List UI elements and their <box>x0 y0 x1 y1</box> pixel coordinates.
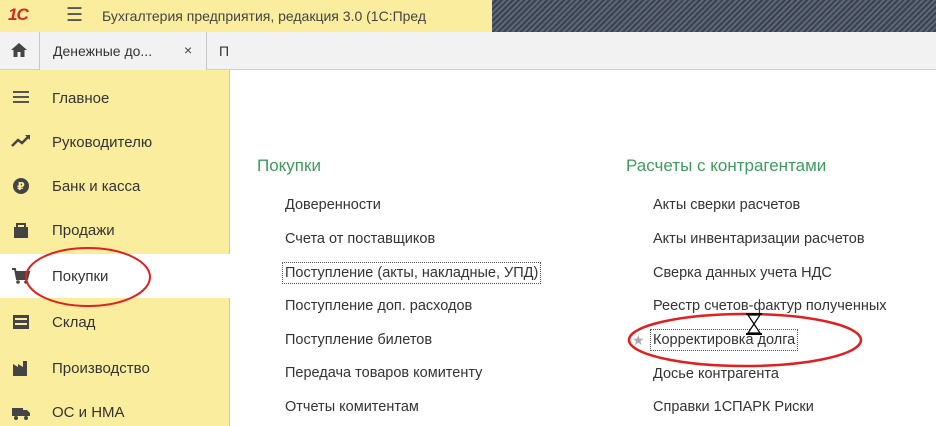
main-menu-icon[interactable]: ☰ <box>66 6 83 25</box>
bag-icon <box>11 221 31 239</box>
sidebar-item-production[interactable]: Производство <box>0 346 230 390</box>
sidebar-item-purchases[interactable]: Покупки <box>0 254 230 298</box>
sidebar-item-main[interactable]: Главное <box>0 76 230 120</box>
link-inventory-acts[interactable]: Акты инвентаризации расчетов <box>653 231 865 247</box>
tab-bar: Денежные до... × П <box>0 32 936 70</box>
tab-label: Денежные до... <box>53 43 153 59</box>
sidebar-item-fixed-assets[interactable]: ОС и НМА <box>0 390 230 426</box>
coin-icon: ₽ <box>11 177 31 195</box>
sidebar-item-warehouse[interactable]: Склад <box>0 300 230 344</box>
link-invoice-registry[interactable]: Реестр счетов-фактур полученных <box>653 298 887 314</box>
tab-label: П <box>219 43 230 59</box>
warehouse-icon <box>11 313 31 331</box>
app-logo: 1С <box>8 5 29 24</box>
sidebar-item-label: Руководителю <box>52 134 153 151</box>
title-bar-obscured-area <box>492 0 936 32</box>
sidebar-item-bank[interactable]: ₽ Банк и касса <box>0 164 230 208</box>
close-icon[interactable]: × <box>184 42 192 58</box>
section-title-settlements: Расчеты с контрагентами <box>626 156 827 175</box>
tab-money-documents[interactable]: Денежные до... × <box>40 32 207 70</box>
link-spark-reports[interactable]: Справки 1СПАРК Риски <box>653 399 814 415</box>
link-ticket-receipts[interactable]: Поступление билетов <box>285 332 432 348</box>
link-consignor-reports[interactable]: Отчеты комитентам <box>285 399 419 415</box>
link-counterparty-dossier[interactable]: Досье контрагента <box>653 366 779 382</box>
trend-icon <box>11 133 31 151</box>
link-additional-expenses[interactable]: Поступление доп. расходов <box>285 298 472 314</box>
sidebar-item-label: Производство <box>52 360 150 377</box>
content-area: Покупки Доверенности Счета от поставщико… <box>232 70 936 426</box>
window-title: Бухгалтерия предприятия, редакция 3.0 (1… <box>102 8 427 24</box>
link-powers-of-attorney[interactable]: Доверенности <box>285 197 381 213</box>
truck-icon <box>11 403 31 421</box>
home-tab[interactable] <box>0 32 40 70</box>
sidebar: Главное Руководителю ₽ Банк и касса Прод… <box>0 70 230 426</box>
home-icon <box>10 41 28 64</box>
link-receipts[interactable]: Поступление (акты, накладные, УПД) <box>281 262 542 284</box>
svg-text:₽: ₽ <box>17 180 25 193</box>
star-icon[interactable]: ★ <box>632 332 645 349</box>
tab-partial[interactable]: П <box>207 32 235 70</box>
factory-icon <box>11 359 31 377</box>
sidebar-item-label: Банк и касса <box>52 178 141 195</box>
sidebar-item-sales[interactable]: Продажи <box>0 208 230 252</box>
cart-icon <box>11 267 31 285</box>
sidebar-item-label: ОС и НМА <box>52 404 125 421</box>
sidebar-item-label: Главное <box>52 90 110 107</box>
sidebar-item-label: Покупки <box>52 268 109 285</box>
section-title-purchases: Покупки <box>257 156 321 175</box>
title-bar: 1С ☰ Бухгалтерия предприятия, редакция 3… <box>0 0 936 32</box>
link-supplier-invoices[interactable]: Счета от поставщиков <box>285 231 435 247</box>
link-transfer-to-consignor[interactable]: Передача товаров комитенту <box>285 365 482 381</box>
sidebar-item-manager[interactable]: Руководителю <box>0 120 230 164</box>
link-reconciliation-acts[interactable]: Акты сверки расчетов <box>653 197 800 213</box>
sidebar-item-label: Продажи <box>52 222 115 239</box>
link-vat-reconciliation[interactable]: Сверка данных учета НДС <box>653 265 832 281</box>
sidebar-item-label: Склад <box>52 314 96 331</box>
link-debt-adjustment[interactable]: Корректировка долга <box>649 329 799 351</box>
menu-lines-icon <box>11 89 31 107</box>
